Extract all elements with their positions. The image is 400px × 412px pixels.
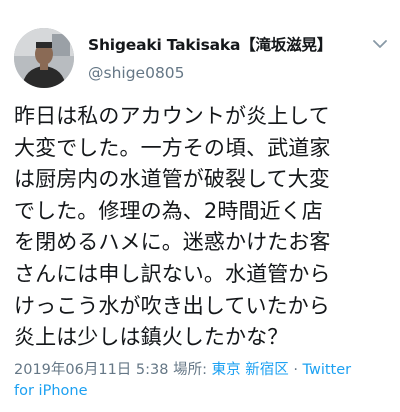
author-avatar[interactable] [14,28,74,88]
tweet-text-line: を閉めるハメに。迷惑かけたお客 [14,230,331,255]
author-handle[interactable]: @shige0805 [88,62,368,84]
chevron-down-icon[interactable] [372,38,388,50]
tweet-text-line: 大変でした。一方その頃、武道家 [14,135,331,160]
tweet-card: Shigeaki Takisaka【滝坂滋晃】 @shige0805 昨日は私の… [0,0,400,412]
meta-separator: · [293,362,298,378]
tweet-text-line: でした。修理の為、2時間近く店 [14,198,323,223]
author-display-name[interactable]: Shigeaki Takisaka【滝坂滋晃】 [88,34,368,56]
tweet-text-line: は厨房内の水道管が破裂して大変 [14,167,330,192]
tweet-text-line: さんには申し訳ない。水道管から [14,261,331,286]
location-label: 場所: [173,362,207,378]
source-link-suffix[interactable]: for iPhone [14,381,394,402]
meta-line-1: 2019年06月11日 5:38 場所: 東京 新宿区 · Twitter [14,360,394,381]
tweet-text-line: けっこう水が吹き出していたから [14,293,330,318]
user-avatar-photo-icon [14,28,74,88]
source-link-prefix[interactable]: Twitter [303,362,352,378]
tweet-timestamp[interactable]: 2019年06月11日 5:38 [14,362,168,378]
tweet-text-line: 昨日は私のアカウントが炎上して [14,104,330,128]
tweet-header: Shigeaki Takisaka【滝坂滋晃】 @shige0805 [88,34,368,84]
location-link[interactable]: 東京 新宿区 [212,362,289,378]
tweet-text: 昨日は私のアカウントが炎上して 大変でした。一方その頃、武道家 は厨房内の水道管… [14,101,394,354]
tweet-meta: 2019年06月11日 5:38 場所: 東京 新宿区 · Twitter fo… [14,360,394,402]
tweet-text-line: 炎上は少しは鎮火したかな？ [14,325,289,350]
